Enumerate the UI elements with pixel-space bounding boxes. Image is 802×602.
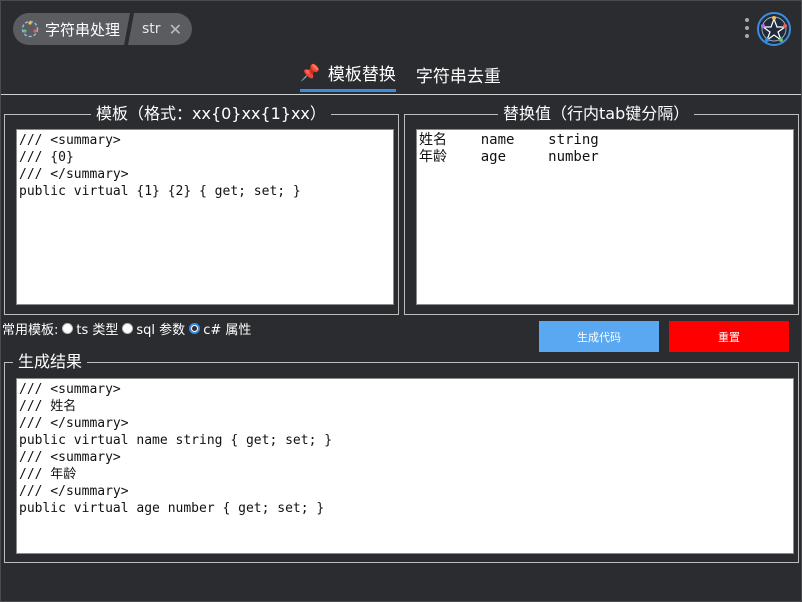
breadcrumb-tab-label: str: [142, 21, 161, 37]
app-logo[interactable]: [756, 11, 792, 47]
template-input[interactable]: /// <summary> /// {0} /// </summary> pub…: [16, 129, 394, 305]
radio-dot[interactable]: [122, 323, 134, 334]
more-vertical-icon[interactable]: [744, 16, 750, 40]
radio-label: sql 参数: [136, 323, 186, 338]
preset-label: 常用模板:: [2, 323, 59, 338]
preset-radio-group: 常用模板: ts 类型 sql 参数 c# 属性: [2, 319, 251, 338]
tab-string-dedupe[interactable]: 字符串去重: [416, 58, 501, 92]
breadcrumb-app[interactable]: 字符串处理: [13, 13, 130, 45]
replace-input[interactable]: 姓名 name string 年龄 age number: [416, 129, 794, 305]
breadcrumb-tab[interactable]: str ✕: [128, 13, 192, 45]
tab-template-replace[interactable]: 📌 模板替换: [300, 58, 396, 92]
template-legend: 模板（格式：xx{0}xx{1}xx）: [91, 103, 331, 125]
tab-divider: [1, 94, 801, 95]
radio-sql-param[interactable]: sql 参数: [122, 319, 185, 338]
radio-label: c# 属性: [203, 323, 252, 338]
result-legend: 生成结果: [13, 351, 88, 373]
radio-dot-checked[interactable]: [189, 323, 201, 334]
tab-label: 模板替换: [327, 65, 396, 85]
breadcrumb-app-label: 字符串处理: [45, 20, 121, 39]
pin-icon: 📌: [300, 63, 320, 82]
app-icon: [21, 20, 39, 38]
generate-code-button[interactable]: 生成代码: [539, 321, 659, 352]
result-output[interactable]: /// <summary> /// 姓名 /// </summary> publ…: [16, 378, 794, 554]
radio-csharp-property[interactable]: c# 属性: [189, 319, 251, 338]
tab-label: 字符串去重: [415, 66, 501, 87]
breadcrumb: 字符串处理 str ✕: [13, 13, 192, 45]
radio-ts-type[interactable]: ts 类型: [62, 319, 118, 338]
tab-bar: 📌 模板替换 字符串去重: [300, 58, 521, 92]
replace-legend: 替换值（行内tab键分隔）: [498, 103, 695, 125]
radio-dot[interactable]: [62, 323, 74, 334]
reset-button[interactable]: 重置: [669, 321, 789, 352]
close-icon[interactable]: ✕: [169, 20, 182, 39]
radio-label: ts 类型: [76, 323, 119, 338]
